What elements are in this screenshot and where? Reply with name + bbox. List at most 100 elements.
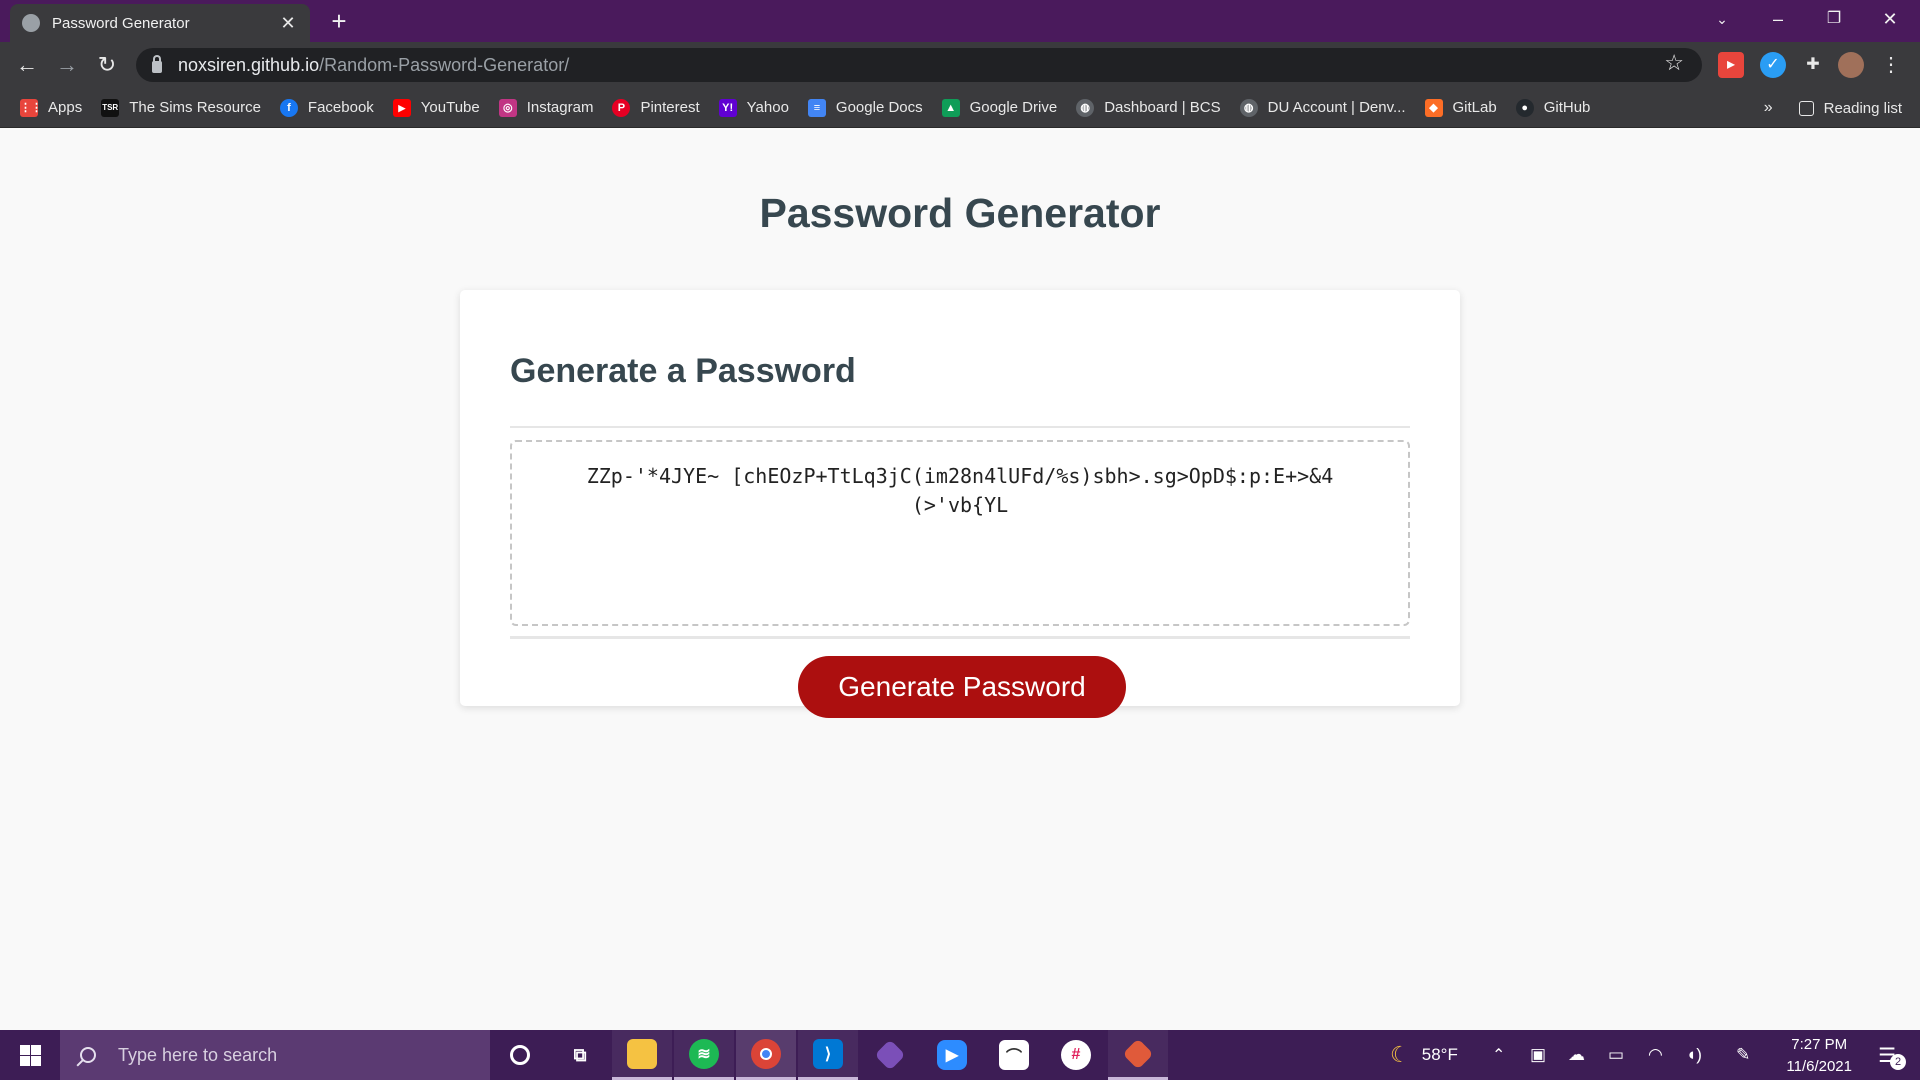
bookmark-label: Yahoo — [746, 99, 789, 116]
close-tab-icon[interactable]: ✕ — [278, 13, 298, 34]
bookmark-label: Dashboard | BCS — [1104, 99, 1221, 116]
browser-tab[interactable]: Password Generator ✕ — [10, 4, 310, 42]
bookmarks-bar: ⋮⋮ Apps TSR The Sims Resource f Facebook… — [0, 88, 1920, 128]
slack-icon[interactable]: # — [1046, 1030, 1106, 1080]
restore-icon[interactable]: ❐ — [1806, 0, 1862, 40]
pen-icon[interactable]: ✎ — [1736, 1030, 1750, 1080]
tab-title: Password Generator — [52, 14, 190, 32]
lock-icon — [152, 55, 162, 73]
bookmark-label: Instagram — [526, 99, 594, 116]
onedrive-icon[interactable]: ☁ — [1568, 1030, 1585, 1080]
zoom-icon[interactable]: ▶ — [922, 1030, 982, 1080]
extension-red-icon[interactable]: ▸ — [1718, 52, 1744, 78]
back-arrow-icon[interactable]: ← — [10, 48, 44, 82]
vscode-icon[interactable]: ⟩ — [798, 1030, 858, 1080]
volume-icon[interactable]: ◖) — [1686, 1030, 1702, 1080]
notification-count: 2 — [1890, 1054, 1906, 1070]
bookmark-label: Apps — [48, 99, 83, 116]
cortana-icon[interactable] — [490, 1030, 550, 1080]
google-drive-icon: ▲ — [941, 98, 960, 117]
bookmarks-overflow-button[interactable]: » — [1764, 99, 1773, 117]
clock-date: 11/6/2021 — [1786, 1058, 1852, 1075]
git-gui-icon[interactable] — [1108, 1030, 1168, 1080]
reading-list-label: Reading list — [1823, 99, 1902, 117]
bookmark-label: DU Account | Denv... — [1267, 99, 1406, 116]
bookmark-dashboard-bcs[interactable]: ◍ Dashboard | BCS — [1076, 98, 1221, 117]
chrome-icon[interactable] — [736, 1030, 796, 1080]
battery-icon[interactable]: ▭ — [1608, 1030, 1624, 1080]
bookmark-youtube[interactable]: ▶ YouTube — [392, 98, 480, 117]
url-host: noxsiren.github.io — [178, 54, 320, 75]
task-view-icon[interactable]: ⧉ — [550, 1030, 610, 1080]
bookmark-du-account[interactable]: ◍ DU Account | Denv... — [1239, 98, 1406, 117]
youtube-icon: ▶ — [392, 98, 411, 117]
extensions-puzzle-icon[interactable]: ✚ — [1800, 52, 1826, 78]
wifi-icon[interactable]: ◠ — [1648, 1030, 1663, 1080]
bookmark-label: Google Docs — [835, 99, 923, 116]
bookmark-label: GitLab — [1452, 99, 1497, 116]
file-explorer-icon[interactable] — [612, 1030, 672, 1080]
moon-icon: ☾ — [1390, 1042, 1410, 1067]
tray-chevron-icon[interactable]: ⌃ — [1492, 1030, 1505, 1080]
windows-start-icon[interactable] — [0, 1030, 60, 1080]
facebook-icon: f — [279, 98, 298, 117]
meet-now-icon[interactable]: ▣ — [1530, 1030, 1546, 1080]
tsr-icon: TSR — [101, 98, 120, 117]
git-icon[interactable] — [860, 1030, 920, 1080]
search-icon — [80, 1047, 96, 1063]
bookmark-label: GitHub — [1543, 99, 1591, 116]
windows-taskbar: Type here to search ⧉ ≋ ⟩ ▶ ⌒ # ☾ 58°F ⌃… — [0, 1030, 1920, 1080]
minimize-icon[interactable]: – — [1750, 0, 1806, 40]
divider — [510, 636, 1410, 639]
bookmark-google-drive[interactable]: ▲ Google Drive — [941, 98, 1058, 117]
extension-blue-icon[interactable]: ✓ — [1760, 52, 1786, 78]
bookmark-gitlab[interactable]: ◆ GitLab — [1424, 98, 1497, 117]
clock-time: 7:27 PM — [1791, 1036, 1848, 1053]
weather-widget[interactable]: ☾ 58°F — [1390, 1030, 1458, 1080]
bookmark-apps[interactable]: ⋮⋮ Apps — [20, 98, 83, 117]
bookmark-yahoo[interactable]: Y! Yahoo — [718, 98, 789, 117]
system-clock[interactable]: 7:27 PM 11/6/2021 — [1786, 1034, 1852, 1078]
globe-icon — [22, 14, 40, 32]
bookmark-github[interactable]: ● GitHub — [1515, 98, 1591, 117]
spotify-icon[interactable]: ≋ — [674, 1030, 734, 1080]
apps-grid-icon: ⋮⋮ — [20, 98, 42, 117]
taskbar-search-box[interactable]: Type here to search — [60, 1030, 490, 1080]
address-bar[interactable]: noxsiren.github.io /Random-Password-Gene… — [136, 48, 1702, 82]
bookmark-label: Google Drive — [969, 99, 1058, 116]
page-title: Password Generator — [759, 190, 1161, 236]
browser-menu-icon[interactable]: ⋮ — [1878, 52, 1904, 78]
page-viewport: Password Generator Generate a Password Z… — [0, 128, 1920, 1030]
new-tab-button[interactable]: + — [324, 6, 354, 36]
card-header: Generate a Password — [510, 352, 856, 390]
notification-center-icon[interactable]: ☰ 2 — [1878, 1030, 1906, 1080]
search-placeholder: Type here to search — [118, 1044, 278, 1065]
bookmark-star-icon[interactable]: ☆ — [1664, 50, 1684, 76]
globe-icon: ◍ — [1076, 98, 1095, 117]
url-path: /Random-Password-Generator/ — [319, 54, 570, 75]
pinterest-icon: P — [612, 98, 631, 117]
weather-temp: 58°F — [1421, 1045, 1458, 1064]
reading-list-button[interactable]: Reading list — [1798, 99, 1902, 117]
reload-icon[interactable]: ↻ — [90, 48, 124, 82]
bookmark-facebook[interactable]: f Facebook — [279, 98, 374, 117]
forward-arrow-icon[interactable]: → — [50, 48, 84, 82]
tab-search-chevron-icon[interactable]: ⌄ — [1694, 0, 1750, 40]
password-output[interactable]: ZZp-'*4JYE~ [chEOzP+TtLq3jC(im28n4lUFd/%… — [510, 440, 1410, 626]
github-icon: ● — [1515, 98, 1534, 117]
profile-avatar[interactable] — [1838, 52, 1864, 78]
reading-list-icon — [1798, 100, 1814, 116]
bookmark-instagram[interactable]: ◎ Instagram — [498, 98, 594, 117]
lasso-app-icon[interactable]: ⌒ — [984, 1030, 1044, 1080]
divider — [510, 426, 1410, 428]
bookmark-pinterest[interactable]: P Pinterest — [612, 98, 700, 117]
bookmark-label: The Sims Resource — [129, 99, 261, 116]
bookmarks-right: » Reading list — [1764, 88, 1902, 128]
bookmark-google-docs[interactable]: ≡ Google Docs — [807, 98, 923, 117]
bookmark-sims-resource[interactable]: TSR The Sims Resource — [101, 98, 261, 117]
browser-toolbar: ← → ↻ noxsiren.github.io /Random-Passwor… — [0, 42, 1920, 88]
bookmark-label: YouTube — [420, 99, 480, 116]
tab-strip: Password Generator ✕ + ⌄ – ❐ ✕ — [0, 0, 1920, 42]
close-window-icon[interactable]: ✕ — [1862, 0, 1918, 40]
generate-password-button[interactable]: Generate Password — [798, 656, 1126, 718]
